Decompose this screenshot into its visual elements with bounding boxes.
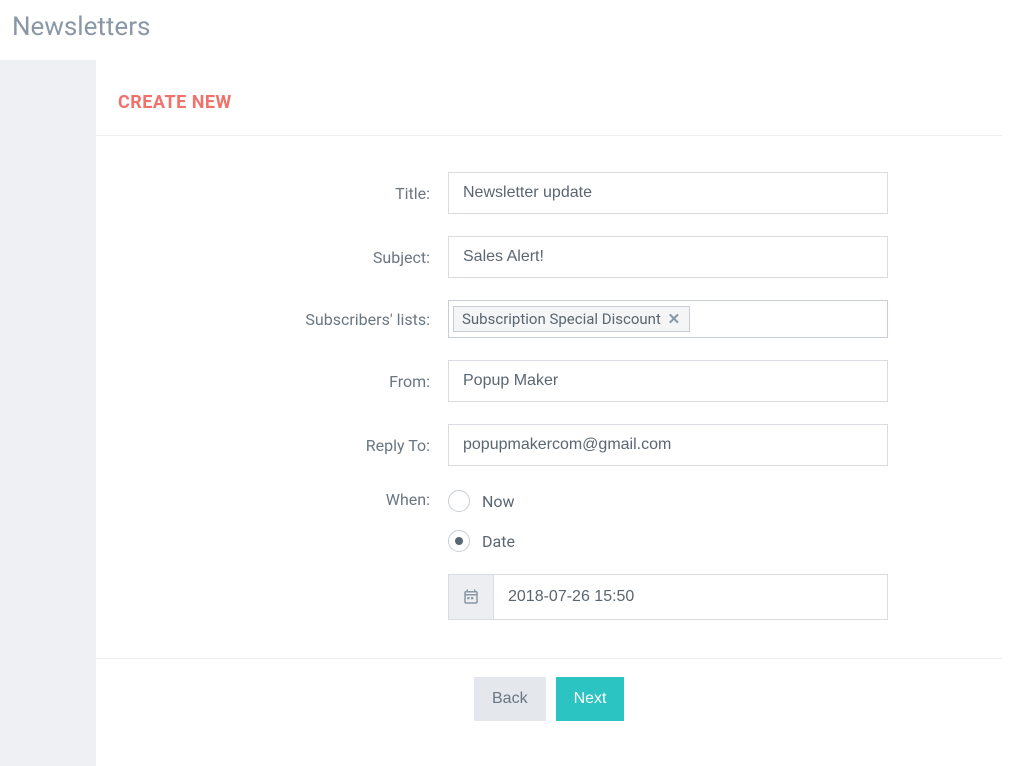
radio-dot-icon xyxy=(455,537,463,545)
subscribers-tags-input[interactable]: Subscription Special Discount ✕ xyxy=(448,300,888,338)
header-divider xyxy=(96,135,1002,136)
from-input[interactable] xyxy=(448,360,888,402)
subscriber-tag: Subscription Special Discount ✕ xyxy=(453,306,690,332)
reply-to-label: Reply To: xyxy=(96,436,448,455)
subscribers-label: Subscribers' lists: xyxy=(96,310,448,329)
subscriber-tag-label: Subscription Special Discount xyxy=(462,310,661,328)
footer-divider xyxy=(96,658,1002,659)
row-date xyxy=(96,574,1024,620)
when-now-label: Now xyxy=(482,492,515,511)
next-button[interactable]: Next xyxy=(556,677,625,721)
row-subscribers: Subscribers' lists: Subscription Special… xyxy=(96,300,1024,338)
card-heading: CREATE NEW xyxy=(96,92,1024,135)
when-radio-now[interactable]: Now xyxy=(448,490,515,512)
subject-input[interactable] xyxy=(448,236,888,278)
title-label: Title: xyxy=(96,184,448,203)
page-title: Newsletters xyxy=(0,0,1024,60)
radio-icon xyxy=(448,530,470,552)
row-reply-to: Reply To: xyxy=(96,424,1024,466)
row-title: Title: xyxy=(96,172,1024,214)
row-subject: Subject: xyxy=(96,236,1024,278)
back-button[interactable]: Back xyxy=(474,677,546,721)
when-date-label: Date xyxy=(482,532,515,551)
radio-icon xyxy=(448,490,470,512)
row-from: From: xyxy=(96,360,1024,402)
row-when: When: Now Date xyxy=(96,488,1024,552)
remove-tag-icon[interactable]: ✕ xyxy=(667,312,681,326)
reply-to-input[interactable] xyxy=(448,424,888,466)
date-input-group xyxy=(448,574,888,620)
when-radio-group: Now Date xyxy=(448,488,515,552)
date-input[interactable] xyxy=(494,574,888,620)
when-label: When: xyxy=(96,488,448,509)
from-label: From: xyxy=(96,372,448,391)
form-card: CREATE NEW Title: Subject: Subscribers' … xyxy=(96,60,1024,766)
subject-label: Subject: xyxy=(96,248,448,267)
footer-buttons: Back Next xyxy=(474,677,1024,721)
when-radio-date[interactable]: Date xyxy=(448,530,515,552)
calendar-icon[interactable] xyxy=(448,574,494,620)
title-input[interactable] xyxy=(448,172,888,214)
content-area: CREATE NEW Title: Subject: Subscribers' … xyxy=(0,60,1024,766)
